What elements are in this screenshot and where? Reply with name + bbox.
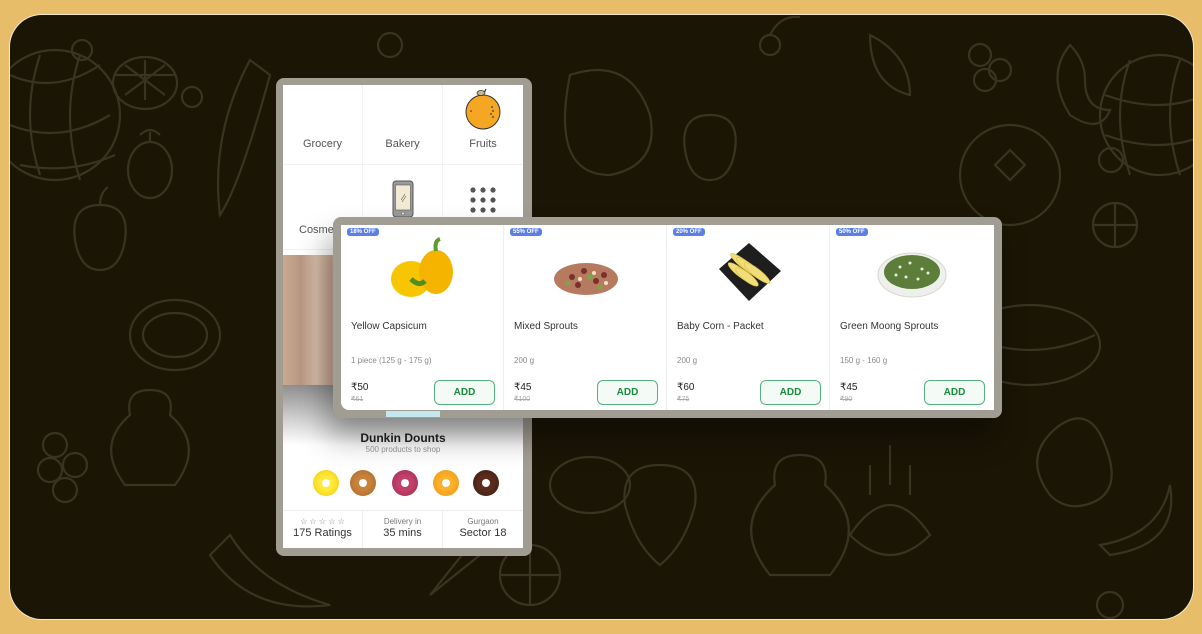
product-price: ₹60 — [677, 382, 695, 393]
category-label: Grocery — [302, 138, 343, 150]
product-list: 18% OFF Yellow Capsicum 1 piece (125 g -… — [341, 225, 994, 417]
mobile-phone-icon — [392, 180, 413, 218]
product-name: Green Moong Sprouts — [840, 321, 939, 332]
grid-dots-icon — [470, 187, 496, 213]
mango-doodle-icon — [563, 68, 653, 177]
pear-doodle-icon — [110, 388, 190, 487]
delivery-stat: Delivery in 35 mins — [363, 511, 443, 548]
banana-doodle-icon — [216, 58, 272, 219]
grapes-doodle-icon — [967, 42, 1013, 93]
apple-doodle-icon — [73, 186, 127, 272]
yellow-donut-image — [313, 470, 339, 496]
category-bakery[interactable]: Bakery — [363, 85, 443, 165]
delivery-label: Delivery in — [383, 517, 422, 526]
apple-doodle-icon — [683, 113, 737, 182]
cherry-doodle-icon — [758, 15, 801, 57]
add-to-cart-button[interactable]: ADD — [434, 380, 495, 405]
product-card[interactable]: 18% OFF Yellow Capsicum 1 piece (125 g -… — [341, 225, 504, 410]
product-name: Yellow Capsicum — [351, 321, 427, 332]
chocolate-donut-image — [473, 470, 499, 496]
yellow-capsicum-image — [391, 237, 453, 297]
product-price: ₹50 — [351, 382, 369, 393]
pear-doodle-icon — [750, 453, 850, 577]
product-quantity: 150 g - 160 g — [840, 356, 888, 365]
discount-badge: 55% OFF — [510, 228, 542, 236]
product-mrp: ₹75 — [677, 396, 690, 403]
leaf-doodle-icon — [868, 33, 912, 97]
kiwi-doodle-icon — [958, 123, 1062, 227]
orange-donut-image — [433, 470, 459, 496]
discount-badge: 18% OFF — [347, 228, 379, 236]
banana-doodle-icon — [1097, 484, 1173, 557]
product-quantity: 200 g — [677, 356, 698, 365]
product-name: Baby Corn - Packet — [677, 321, 764, 332]
donut-gallery — [283, 470, 523, 500]
add-to-cart-button[interactable]: ADD — [760, 380, 821, 405]
locality: Sector 18 — [459, 527, 507, 539]
category-grocery[interactable]: Grocery — [283, 85, 363, 165]
product-card[interactable]: 55% OFF Mixed Sprouts 200 g ₹45 ₹100 ADD — [504, 225, 667, 410]
add-to-cart-button[interactable]: ADD — [597, 380, 658, 405]
product-price: ₹45 — [514, 382, 532, 393]
scroll-indicator[interactable] — [386, 411, 440, 417]
peanut-doodle-icon — [1036, 417, 1113, 508]
ratings-stat: ☆ ☆ ☆ ☆ ☆ 175 Ratings — [283, 511, 363, 548]
lemon-doodle-icon — [548, 455, 632, 515]
product-price: ₹45 — [840, 382, 858, 393]
product-quantity: 1 piece (125 g - 175 g) — [351, 356, 432, 365]
orange-doodle-icon — [111, 55, 179, 111]
plum-doodle-icon — [126, 128, 174, 200]
rating-stars-icon: ☆ ☆ ☆ ☆ ☆ — [300, 517, 345, 526]
store-stats: ☆ ☆ ☆ ☆ ☆ 175 Ratings Delivery in 35 min… — [283, 510, 523, 548]
product-quantity: 200 g — [514, 356, 535, 365]
delivery-time: 35 mins — [383, 527, 422, 539]
grapes-doodle-icon — [36, 431, 89, 504]
green-moong-sprouts-image — [877, 252, 947, 298]
category-fruits[interactable]: Fruits — [443, 85, 523, 165]
category-label: Fruits — [469, 138, 497, 150]
baby-corn-image — [719, 243, 781, 301]
category-label: Bakery — [385, 138, 420, 150]
pink-donut-image — [392, 470, 418, 496]
product-strip-mockup: 18% OFF Yellow Capsicum 1 piece (125 g -… — [333, 217, 1002, 418]
watermelon-doodle-icon — [10, 48, 122, 182]
add-to-cart-button[interactable]: ADD — [924, 380, 985, 405]
product-name: Mixed Sprouts — [514, 321, 578, 332]
discount-badge: 50% OFF — [836, 228, 868, 236]
caramel-donut-image — [350, 470, 376, 496]
product-mrp: ₹100 — [514, 396, 531, 403]
product-mrp: ₹61 — [351, 396, 364, 403]
product-card[interactable]: 20% OFF Baby Corn - Packet 200 g ₹60 ₹75… — [667, 225, 830, 410]
store-subtitle: 500 products to shop — [365, 445, 441, 454]
location-stat: Gurgaon Sector 18 — [443, 511, 523, 548]
ratings-count: 175 Ratings — [293, 527, 352, 539]
coconut-doodle-icon — [128, 298, 222, 372]
orange-icon — [465, 88, 501, 130]
product-card[interactable]: 50% OFF Green Moong Sprouts 150 g - 160 … — [830, 225, 993, 410]
cashew-doodle-icon — [1056, 43, 1112, 125]
pineapple-doodle-icon — [848, 445, 932, 556]
citrus-doodle-icon — [1091, 201, 1139, 249]
city-label: Gurgaon — [467, 517, 499, 526]
mixed-sprouts-image — [554, 263, 618, 295]
strawberry-doodle-icon — [623, 463, 697, 567]
pineapple-doodle-icon — [1098, 53, 1193, 177]
store-name: Dunkin Dounts — [360, 431, 446, 445]
product-mrp: ₹90 — [840, 396, 853, 403]
discount-badge: 20% OFF — [673, 228, 705, 236]
